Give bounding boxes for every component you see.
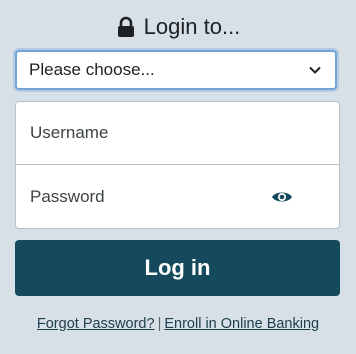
login-button[interactable]: Log in: [15, 240, 340, 296]
login-title: Login to...: [143, 14, 241, 39]
link-separator: |: [157, 316, 162, 332]
password-field[interactable]: [30, 186, 271, 207]
chevron-down-icon[interactable]: [307, 62, 323, 78]
footer-links: Forgot Password? | Enroll in Online Bankin…: [0, 316, 356, 332]
institution-select-value: Please choose...: [29, 60, 155, 79]
login-header: Login to...: [0, 14, 356, 40]
username-row: [16, 102, 339, 165]
username-field[interactable]: [30, 123, 339, 143]
password-row: [16, 165, 339, 228]
forgot-password-link[interactable]: Forgot Password?: [37, 316, 155, 332]
credentials-group: [15, 101, 340, 229]
eye-icon[interactable]: [271, 189, 293, 205]
enroll-link[interactable]: Enroll in Online Banking: [164, 316, 319, 332]
lock-icon: [117, 16, 134, 37]
institution-select[interactable]: Please choose...: [15, 50, 337, 90]
